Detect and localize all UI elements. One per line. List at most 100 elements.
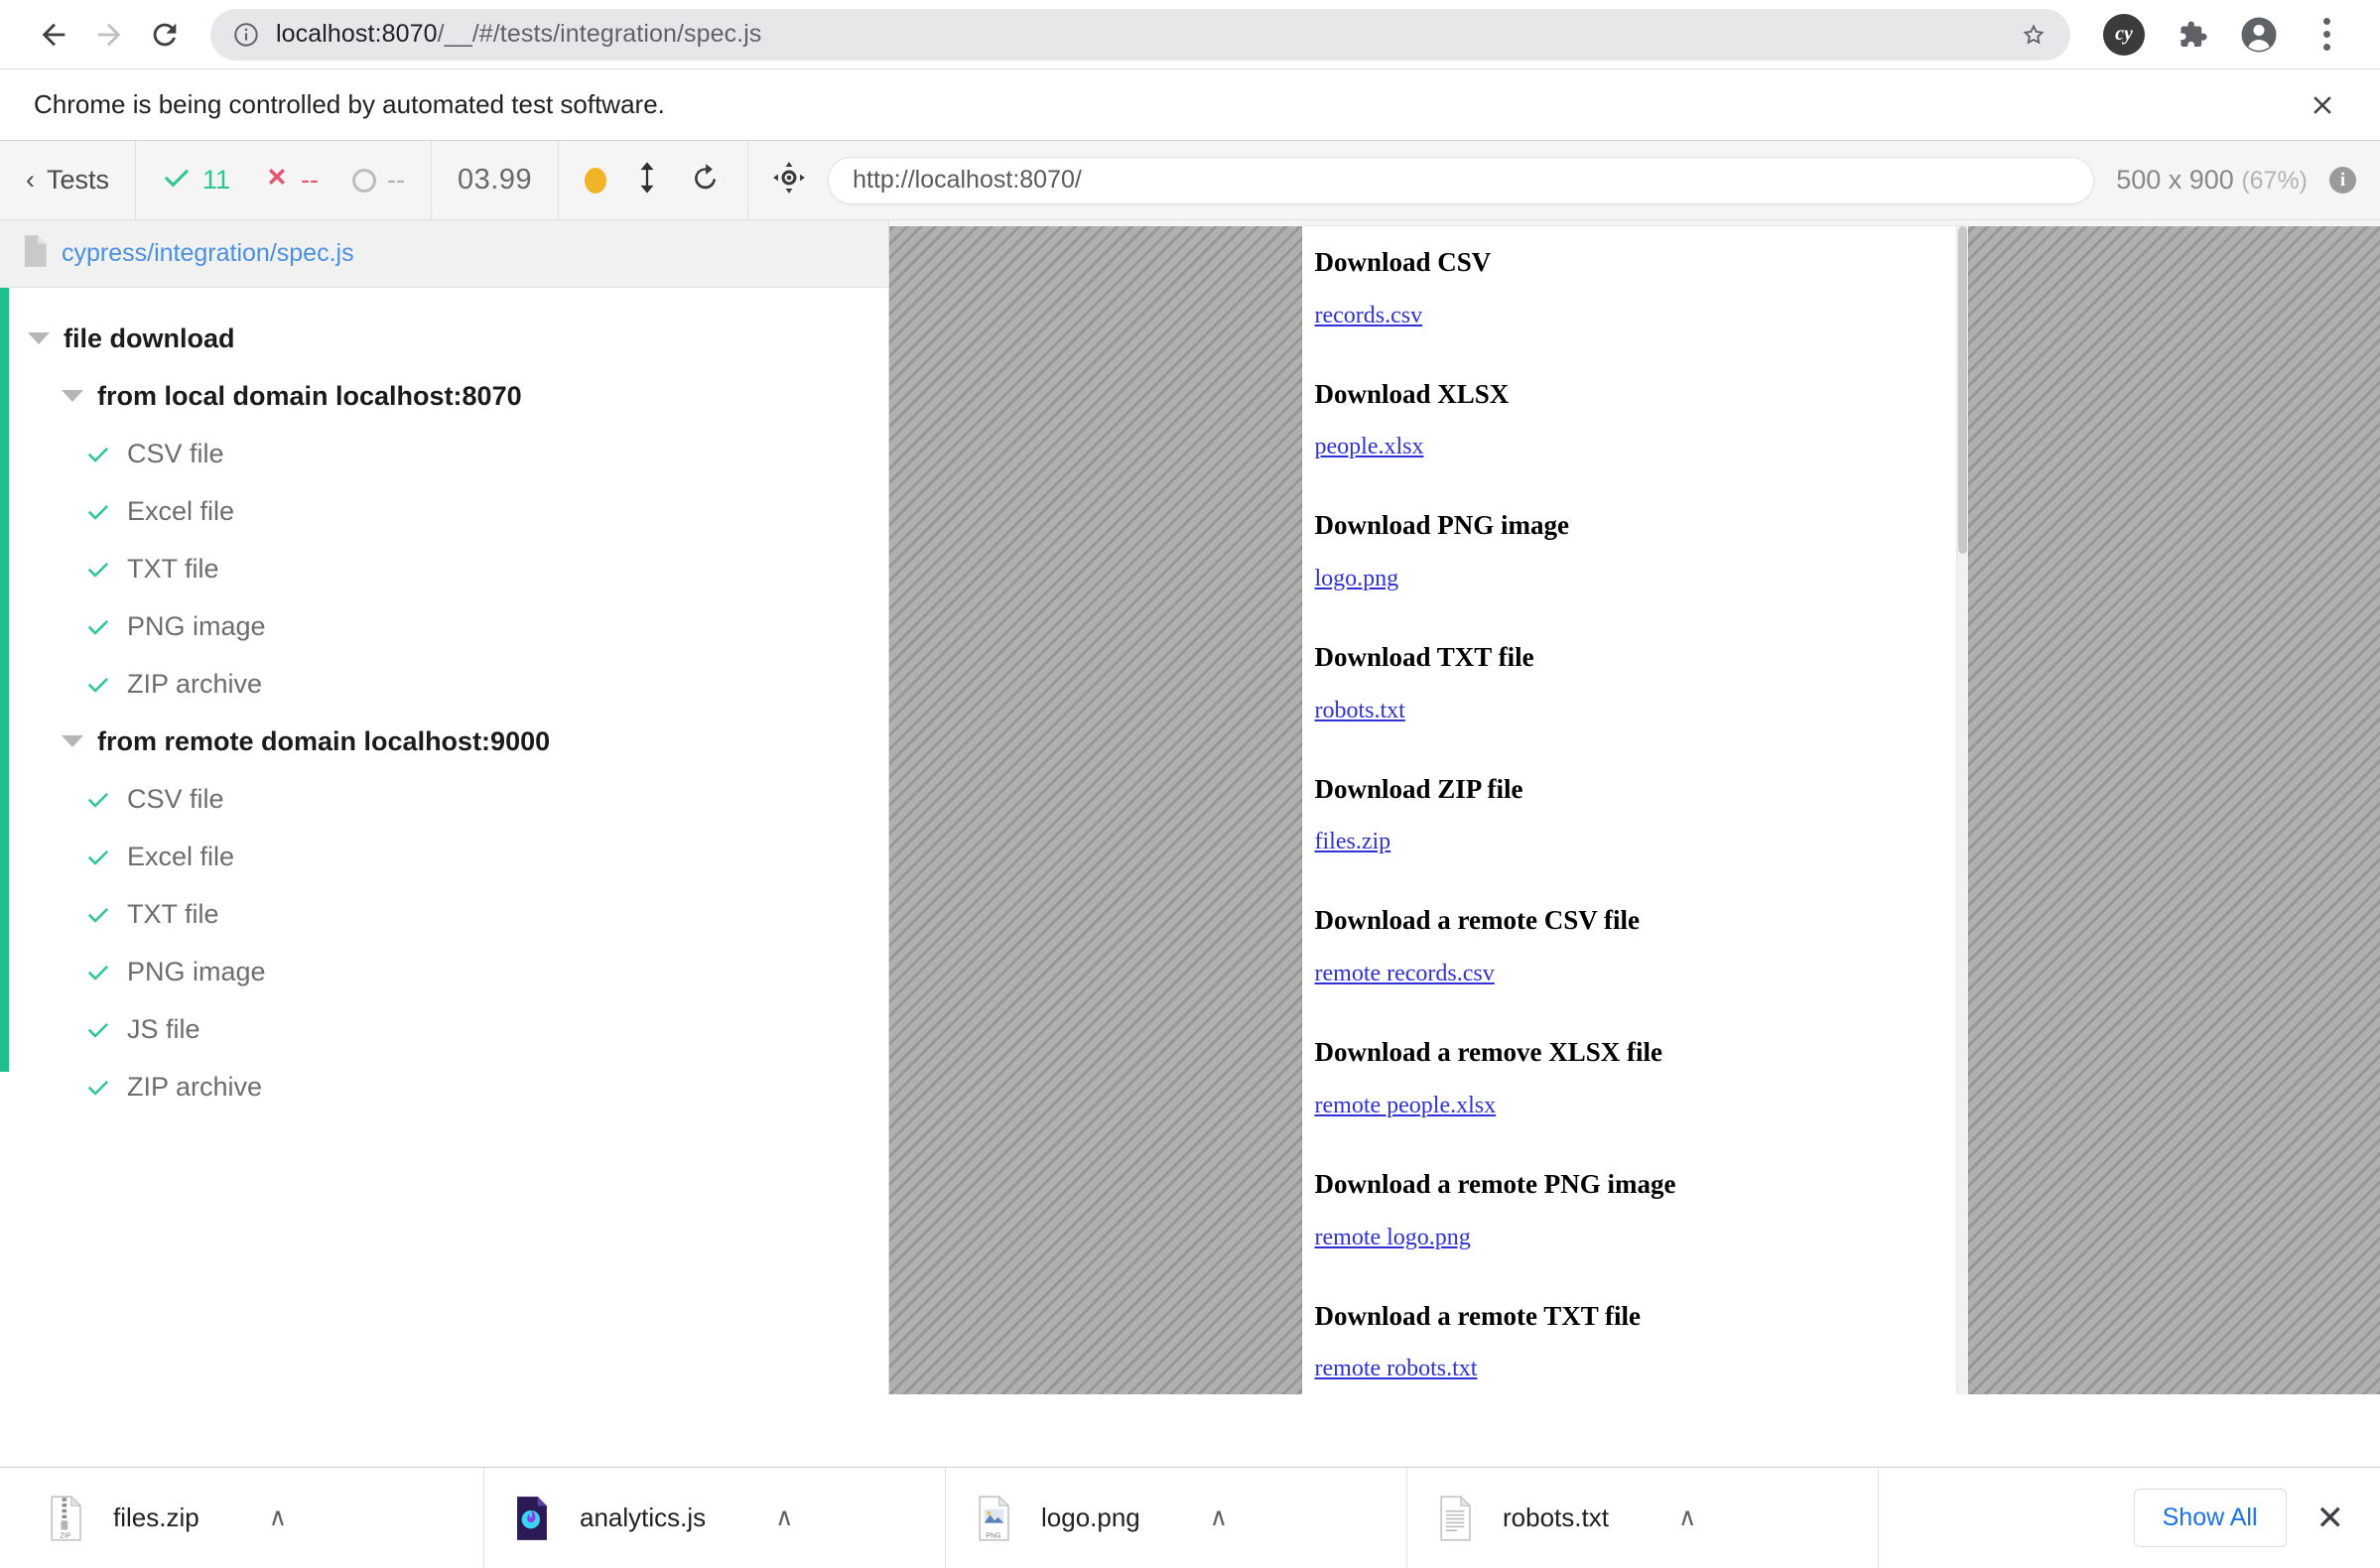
txt-file-icon <box>1433 1493 1477 1544</box>
spec-path-bar[interactable]: cypress/integration/spec.js <box>0 220 888 288</box>
download-item-robots-txt[interactable]: robots.txt ∧ <box>1407 1468 1879 1568</box>
suite-title: from local domain localhost:8070 <box>97 380 522 411</box>
download-item-name: robots.txt <box>1503 1503 1609 1532</box>
omnibox[interactable]: localhost:8070/__/#/tests/integration/sp… <box>210 8 2070 61</box>
file-icon <box>22 235 48 272</box>
test-title: JS file <box>127 1013 200 1044</box>
test-duration: 03.99 <box>432 141 560 219</box>
suite-row-remote[interactable]: from remote domain localhost:9000 <box>0 713 888 770</box>
selector-playground-icon[interactable] <box>772 161 806 199</box>
test-row[interactable]: JS file <box>0 1000 888 1058</box>
svg-text:ZIP: ZIP <box>61 1532 71 1539</box>
site-info-icon[interactable] <box>232 21 260 49</box>
download-demo-page: Download CSV records.csv Download XLSX p… <box>1302 247 1968 1394</box>
automation-infobar-message: Chrome is being controlled by automated … <box>34 89 665 119</box>
chevron-up-icon[interactable]: ∧ <box>1210 1505 1228 1530</box>
show-all-button[interactable]: Show All <box>2133 1489 2287 1547</box>
download-shelf-actions: Show All ✕ <box>2133 1489 2362 1547</box>
download-link[interactable]: robots.txt <box>1315 698 1405 724</box>
download-link[interactable]: remote logo.png <box>1315 1225 1471 1251</box>
check-icon <box>85 844 111 869</box>
test-title: CSV file <box>127 438 224 468</box>
test-row[interactable]: Excel file <box>0 828 888 885</box>
test-title: Excel file <box>127 495 235 526</box>
download-link[interactable]: remote robots.txt <box>1315 1356 1478 1382</box>
download-link[interactable]: files.zip <box>1315 829 1391 855</box>
download-link[interactable]: remote people.xlsx <box>1315 1093 1497 1119</box>
chevron-up-icon[interactable]: ∧ <box>269 1505 287 1530</box>
test-stats: 11 -- -- <box>136 141 433 219</box>
viewport-info-icon[interactable]: i <box>2329 167 2356 194</box>
section-heading: Download a remote PNG image <box>1314 1168 1676 1199</box>
section-heading: Download PNG image <box>1314 510 1570 541</box>
chevron-down-icon[interactable] <box>62 390 83 402</box>
test-row[interactable]: TXT file <box>0 540 888 597</box>
cypress-extension-icon[interactable]: cy <box>2096 7 2152 63</box>
test-row[interactable]: PNG image <box>0 597 888 655</box>
check-icon <box>85 901 111 927</box>
puzzle-piece-icon[interactable] <box>2164 7 2219 63</box>
stat-pending: -- <box>352 165 405 196</box>
suite-row-local[interactable]: from local domain localhost:8070 <box>0 367 888 425</box>
chevron-down-icon[interactable] <box>62 735 83 747</box>
suite-row-root[interactable]: file download <box>0 310 888 367</box>
download-item-files-zip[interactable]: ZIP files.zip ∧ <box>18 1468 484 1568</box>
download-link[interactable]: logo.png <box>1315 566 1399 592</box>
three-dot-menu-icon[interactable] <box>2299 7 2354 63</box>
section-heading: Download XLSX <box>1314 378 1510 409</box>
stat-failed: -- <box>264 164 319 196</box>
stat-passed: 11 <box>162 165 230 196</box>
download-link[interactable]: people.xlsx <box>1315 434 1424 460</box>
stat-failed-count: -- <box>301 165 320 195</box>
aut-scrollbar-thumb[interactable] <box>1957 226 1967 554</box>
cypress-extension-label: cy <box>2103 13 2145 56</box>
star-icon[interactable] <box>2001 20 2049 50</box>
omnibox-url-text: localhost:8070/__/#/tests/integration/sp… <box>276 20 762 49</box>
auto-scrolling-icon[interactable] <box>636 161 658 199</box>
test-row[interactable]: CSV file <box>0 770 888 828</box>
aut-scrollbar[interactable] <box>1955 226 1968 1394</box>
test-row[interactable]: Excel file <box>0 482 888 540</box>
auto-scrolling-indicator-icon[interactable] <box>585 167 607 194</box>
app-under-test-frame: Download CSV records.csv Download XLSX p… <box>1301 226 1968 1394</box>
chevron-down-icon[interactable] <box>28 332 50 344</box>
forward-arrow-icon[interactable] <box>81 7 137 63</box>
test-title: ZIP archive <box>127 1071 263 1102</box>
reload-icon[interactable] <box>137 7 193 63</box>
check-icon <box>162 165 192 196</box>
back-arrow-icon[interactable] <box>26 7 81 63</box>
test-title: TXT file <box>127 898 219 929</box>
test-title: CSV file <box>127 783 224 814</box>
close-icon[interactable]: ✕ <box>2316 1502 2345 1535</box>
test-row[interactable]: ZIP archive <box>0 655 888 713</box>
viewport-scale: (67%) <box>2241 167 2308 195</box>
browser-toolbar: localhost:8070/__/#/tests/integration/sp… <box>0 0 2380 69</box>
check-icon <box>85 1074 111 1100</box>
test-row[interactable]: TXT file <box>0 885 888 943</box>
profile-avatar-icon[interactable] <box>2231 7 2287 63</box>
test-row[interactable]: PNG image <box>0 943 888 1000</box>
omnibox-path: /__/#/tests/integration/spec.js <box>437 20 762 48</box>
check-icon <box>85 1016 111 1042</box>
automation-infobar: Chrome is being controlled by automated … <box>0 69 2380 141</box>
chevron-up-icon[interactable]: ∧ <box>1678 1505 1696 1530</box>
js-file-icon <box>510 1493 554 1544</box>
back-to-tests-button[interactable]: ‹ Tests <box>0 141 137 219</box>
download-item-name: analytics.js <box>580 1503 707 1532</box>
restart-tests-icon[interactable] <box>688 161 722 199</box>
test-row[interactable]: CSV file <box>0 425 888 482</box>
runner-body: cypress/integration/spec.js file downloa… <box>0 220 2380 1394</box>
viewport-size: 500 x 900 (67%) <box>2116 165 2308 196</box>
download-link[interactable]: records.csv <box>1315 303 1423 329</box>
test-row[interactable]: ZIP archive <box>0 1058 888 1115</box>
section-heading: Download CSV <box>1314 247 1492 277</box>
download-link[interactable]: remote records.csv <box>1315 961 1495 987</box>
aut-url-input[interactable]: http://localhost:8070/ <box>828 156 2095 204</box>
download-item-logo-png[interactable]: PNG logo.png ∧ <box>946 1468 1407 1568</box>
test-title: TXT file <box>127 553 219 584</box>
close-icon[interactable] <box>2299 81 2346 129</box>
png-file-icon: PNG <box>972 1493 1015 1544</box>
chevron-up-icon[interactable]: ∧ <box>775 1505 793 1530</box>
test-tree-container: file download from local domain localhos… <box>0 288 888 1394</box>
download-item-analytics-js[interactable]: analytics.js ∧ <box>484 1468 946 1568</box>
